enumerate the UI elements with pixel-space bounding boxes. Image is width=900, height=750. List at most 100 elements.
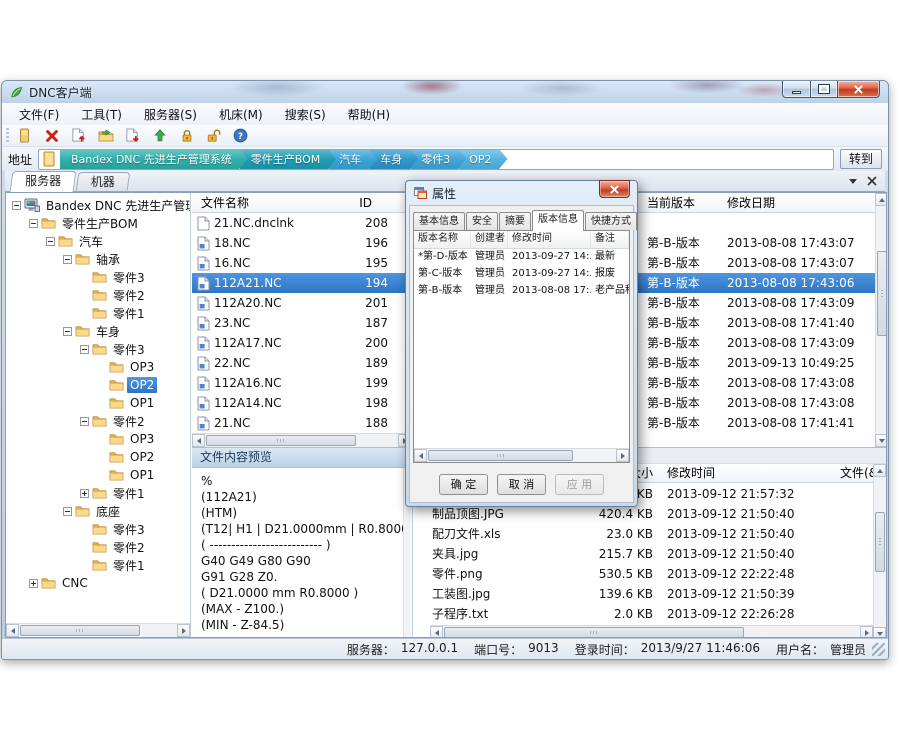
dialog-tab-快捷方式[interactable]: 快捷方式 — [585, 212, 637, 230]
time-column-header[interactable]: 修改时间 — [508, 231, 591, 248]
delete-icon[interactable] — [43, 127, 60, 144]
go-button[interactable]: 转到 — [840, 149, 882, 169]
dialog-horizontal-scrollbar[interactable] — [414, 448, 629, 462]
tree-item[interactable]: 轴承 — [6, 250, 190, 268]
close-panel-icon[interactable] — [867, 176, 877, 186]
lock-icon[interactable] — [178, 127, 195, 144]
collapse-icon[interactable] — [63, 327, 72, 336]
tree-item[interactable]: 零件1 — [6, 304, 190, 322]
help-icon[interactable]: ? — [232, 127, 249, 144]
menu-item[interactable]: 搜索(S) — [274, 103, 337, 126]
collapse-icon[interactable] — [46, 237, 55, 246]
tree-item[interactable]: 零件2 — [6, 412, 190, 430]
unlock-icon[interactable] — [205, 127, 222, 144]
tree-item[interactable]: 零件1 — [6, 484, 190, 502]
folder-icon — [92, 271, 107, 283]
expand-icon[interactable] — [80, 489, 89, 498]
tree-item[interactable]: OP3 — [6, 430, 190, 448]
attachment-vertical-scrollbar[interactable] — [873, 464, 886, 638]
resize-grip[interactable] — [872, 643, 885, 656]
breadcrumb-segment[interactable]: 零件3 — [410, 149, 466, 170]
note-column-header[interactable]: 备注 — [591, 231, 629, 248]
breadcrumb-segment[interactable]: 零件生产BOM — [240, 149, 337, 170]
menu-item[interactable]: 机床(M) — [208, 103, 274, 126]
tree-item[interactable]: 车身 — [6, 322, 190, 340]
dialog-button[interactable]: 确 定 — [439, 474, 488, 495]
tree-item[interactable]: 底座 — [6, 502, 190, 520]
expand-icon[interactable] — [29, 579, 38, 588]
version-row[interactable]: 第-B-版本管理员2013-08-08 17:...老产品程序 — [414, 283, 629, 300]
attachment-horizontal-scrollbar[interactable] — [430, 625, 873, 638]
title-bar[interactable]: DNC客户端 — [2, 81, 888, 103]
tree-item[interactable]: 零件3 — [6, 340, 190, 358]
table-row[interactable]: 配刀文件.xls23.0 KB2013-09-12 21:50:40 — [413, 524, 873, 544]
collapse-icon[interactable] — [80, 417, 89, 426]
tree-item[interactable]: 零件1 — [6, 556, 190, 574]
tree-item-label: CNC — [59, 575, 91, 591]
tree-item[interactable]: 汽车 — [6, 232, 190, 250]
tree-item[interactable]: 零件3 — [6, 520, 190, 538]
tree-item[interactable]: Bandex DNC 先进生产管理系 — [6, 196, 190, 214]
tree-item[interactable]: 零件2 — [6, 286, 190, 304]
file-list-vertical-scrollbar[interactable] — [875, 193, 887, 447]
status-label: 端口号： — [474, 641, 522, 658]
attachment-size-cell: 215.7 KB — [553, 544, 653, 564]
collapse-icon[interactable] — [80, 345, 89, 354]
new-document-icon[interactable] — [16, 127, 33, 144]
column-header-date[interactable]: 修改日期 — [727, 193, 875, 213]
version-row[interactable]: 第-C-版本管理员2013-09-27 14:...报废 — [414, 266, 629, 283]
menu-item[interactable]: 工具(T) — [70, 103, 133, 126]
checkout-file-icon[interactable] — [124, 127, 141, 144]
collapse-icon[interactable] — [12, 201, 21, 210]
collapse-icon[interactable] — [63, 255, 72, 264]
breadcrumb-segment[interactable]: Bandex DNC 先进生产管理系统 — [60, 149, 248, 170]
table-row[interactable]: 零件.png530.5 KB2013-09-12 22:22:48 — [413, 564, 873, 584]
column-header-modified[interactable]: 修改时间 — [667, 464, 832, 483]
tree-item[interactable]: 零件生产BOM — [6, 214, 190, 232]
table-row[interactable]: 夹具.jpg215.7 KB2013-09-12 21:50:40 — [413, 544, 873, 564]
close-button[interactable] — [838, 81, 880, 98]
tab-server[interactable]: 服务器 — [10, 171, 77, 192]
dialog-button[interactable]: 取 消 — [497, 474, 546, 495]
table-row[interactable]: 子程序.txt2.0 KB2013-09-12 22:26:28 — [413, 604, 873, 624]
tree-item[interactable]: CNC — [6, 574, 190, 592]
table-row[interactable]: 制品顶图.JPG420.4 KB2013-09-12 21:50:40 — [413, 504, 873, 524]
version-column-header[interactable]: 版本名称 — [414, 231, 471, 248]
version-creator-cell: 管理员 — [471, 266, 508, 283]
open-folder-icon[interactable] — [97, 127, 114, 144]
collapse-icon[interactable] — [29, 219, 38, 228]
menu-item[interactable]: 服务器(S) — [133, 103, 208, 126]
maximize-button[interactable] — [810, 81, 838, 98]
chevron-down-icon[interactable] — [849, 179, 857, 184]
version-row[interactable]: *第-D-版本管理员2013-09-27 14:...最新 — [414, 249, 629, 266]
collapse-icon[interactable] — [63, 507, 72, 516]
tree-item[interactable]: OP1 — [6, 394, 190, 412]
dialog-tab-安全[interactable]: 安全 — [466, 212, 498, 230]
tree-item[interactable]: 零件3 — [6, 268, 190, 286]
tree-item[interactable]: 零件2 — [6, 538, 190, 556]
file-list-horizontal-scrollbar[interactable] — [192, 433, 411, 447]
dialog-tab-基本信息[interactable]: 基本信息 — [413, 212, 465, 230]
column-header-name[interactable]: 文件名称 — [201, 193, 249, 213]
dialog-close-button[interactable] — [599, 180, 630, 198]
nc-file-icon — [197, 336, 210, 351]
column-header-id[interactable]: ID — [310, 193, 372, 213]
tree-item[interactable]: OP1 — [6, 466, 190, 484]
table-row[interactable]: 工装图.jpg139.6 KB2013-09-12 21:50:39 — [413, 584, 873, 604]
tree-horizontal-scrollbar[interactable] — [6, 623, 190, 637]
minimize-button[interactable] — [782, 81, 810, 98]
creator-column-header[interactable]: 创建者 — [471, 231, 508, 248]
attachment-time-cell: 2013-09-12 21:50:39 — [667, 584, 832, 604]
menu-item[interactable]: 文件(F) — [8, 103, 70, 126]
dialog-tab-版本信息[interactable]: 版本信息 — [532, 210, 584, 231]
dialog-title-bar[interactable]: 属性 — [406, 181, 637, 205]
tree-item[interactable]: OP2 — [6, 448, 190, 466]
address-field[interactable]: Bandex DNC 先进生产管理系统零件生产BOM汽车车身零件3OP2 — [38, 149, 834, 170]
menu-item[interactable]: 帮助(H) — [337, 103, 401, 126]
checkin-file-icon[interactable] — [70, 127, 87, 144]
tree-item[interactable]: OP3 — [6, 358, 190, 376]
dialog-tab-摘要[interactable]: 摘要 — [499, 212, 531, 230]
tree-item[interactable]: OP2 — [6, 376, 190, 394]
upload-icon[interactable] — [151, 127, 168, 144]
tab-machine[interactable]: 机器 — [76, 172, 131, 191]
